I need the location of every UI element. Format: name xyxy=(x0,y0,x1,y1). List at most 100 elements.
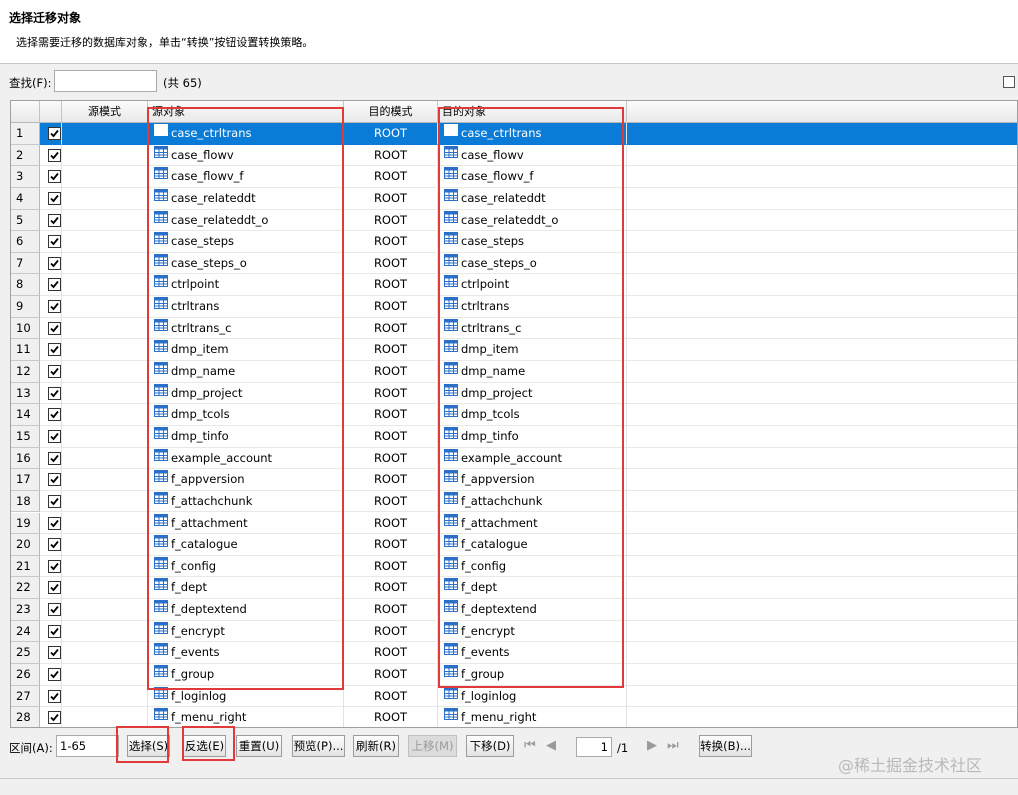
table-icon xyxy=(154,513,168,533)
table-row[interactable]: 2 case_flowv ROOT case_flowv xyxy=(11,144,1017,167)
row-check-cell xyxy=(40,642,62,664)
row-checkbox[interactable] xyxy=(48,429,61,443)
target-object-name: ctrltrans xyxy=(461,299,510,314)
table-row[interactable]: 24 f_encrypt ROOT f_encrypt xyxy=(11,620,1017,643)
target-object-name: dmp_name xyxy=(461,364,526,379)
row-checkbox[interactable] xyxy=(48,386,61,400)
next-page-icon[interactable]: ▶ xyxy=(647,739,657,753)
table-row[interactable]: 21 f_config ROOT f_config xyxy=(11,555,1017,578)
table-row[interactable]: 17 f_appversion ROOT f_appversion xyxy=(11,469,1017,491)
table-icon xyxy=(444,642,458,662)
table-row[interactable]: 22 f_dept ROOT f_dept xyxy=(11,577,1017,600)
table-row[interactable]: 12 dmp_name ROOT dmp_name xyxy=(11,361,1017,383)
row-checkbox[interactable] xyxy=(48,624,61,638)
row-checkbox[interactable] xyxy=(48,300,61,314)
table-row[interactable]: 3 case_flowv_f ROOT case_flowv_f xyxy=(11,166,1017,188)
table-row[interactable]: 10 ctrltrans_c ROOT ctrltrans_c xyxy=(11,317,1017,340)
table-row[interactable]: 28 f_menu_right ROOT f_menu_right xyxy=(11,707,1017,727)
row-number: 16 xyxy=(11,447,40,470)
row-checkbox[interactable] xyxy=(48,581,61,595)
table-row[interactable]: 25 f_events ROOT f_events xyxy=(11,642,1017,664)
table-row[interactable]: 27 f_loginlog ROOT f_loginlog xyxy=(11,685,1017,708)
row-checkbox[interactable] xyxy=(48,516,61,530)
source-object-cell: f_catalogue xyxy=(148,534,344,556)
table-icon xyxy=(154,599,168,619)
table-row[interactable]: 7 case_steps_o ROOT case_steps_o xyxy=(11,252,1017,275)
source-schema-cell xyxy=(62,685,148,708)
row-checkbox[interactable] xyxy=(48,473,61,487)
header-target-schema[interactable]: 目的模式 xyxy=(344,101,438,123)
row-checkbox[interactable] xyxy=(48,538,61,552)
table-row[interactable]: 16 example_account ROOT example_account xyxy=(11,447,1017,470)
row-checkbox[interactable] xyxy=(48,494,61,508)
source-schema-cell xyxy=(62,555,148,578)
table-row[interactable]: 26 f_group ROOT f_group xyxy=(11,664,1017,686)
row-checkbox[interactable] xyxy=(48,278,61,292)
search-input[interactable] xyxy=(54,70,157,92)
refresh-button[interactable]: 刷新(R) xyxy=(353,735,399,757)
row-checkbox[interactable] xyxy=(48,127,61,140)
prev-page-icon[interactable]: ◀ xyxy=(546,739,556,753)
table-row[interactable]: 23 f_deptextend ROOT f_deptextend xyxy=(11,599,1017,621)
table-row[interactable]: 5 case_relateddt_o ROOT case_relateddt_o xyxy=(11,209,1017,232)
row-checkbox[interactable] xyxy=(48,191,61,205)
row-checkbox[interactable] xyxy=(48,148,61,162)
option-checkbox[interactable] xyxy=(1003,76,1015,88)
move-down-button[interactable]: 下移(D) xyxy=(466,735,514,757)
move-up-button[interactable]: 上移(M) xyxy=(408,735,457,757)
table-icon xyxy=(444,426,458,446)
source-object-name: dmp_project xyxy=(171,385,243,400)
first-page-icon[interactable]: ⏮ xyxy=(524,739,536,753)
header-source-object[interactable]: 源对象 xyxy=(148,101,344,123)
checkmark-icon xyxy=(50,584,59,592)
table-row[interactable]: 18 f_attachchunk ROOT f_attachchunk xyxy=(11,490,1017,513)
row-checkbox[interactable] xyxy=(48,646,61,660)
source-object-cell: f_attachchunk xyxy=(148,490,344,513)
row-checkbox[interactable] xyxy=(48,689,61,703)
header-source-schema[interactable]: 源模式 xyxy=(62,101,148,123)
row-checkbox[interactable] xyxy=(48,256,61,270)
page-number-input[interactable] xyxy=(576,737,612,757)
table-row[interactable]: 11 dmp_item ROOT dmp_item xyxy=(11,339,1017,361)
row-checkbox[interactable] xyxy=(48,235,61,249)
source-schema-cell xyxy=(62,404,148,426)
source-object-name: dmp_item xyxy=(171,342,229,357)
table-row[interactable]: 14 dmp_tcols ROOT dmp_tcols xyxy=(11,404,1017,426)
checkmark-icon xyxy=(50,411,59,419)
row-checkbox[interactable] xyxy=(48,603,61,617)
row-checkbox[interactable] xyxy=(48,559,61,573)
table-row[interactable]: 13 dmp_project ROOT dmp_project xyxy=(11,382,1017,405)
target-schema-cell: ROOT xyxy=(344,231,438,253)
row-number: 22 xyxy=(11,577,40,600)
table-row[interactable]: 15 dmp_tinfo ROOT dmp_tinfo xyxy=(11,425,1017,448)
row-number: 5 xyxy=(11,209,40,232)
table-row[interactable]: 20 f_catalogue ROOT f_catalogue xyxy=(11,534,1017,556)
preview-button[interactable]: 预览(P)... xyxy=(292,735,345,757)
table-row[interactable]: 8 ctrlpoint ROOT ctrlpoint xyxy=(11,274,1017,297)
table-row[interactable]: 6 case_steps ROOT case_steps xyxy=(11,231,1017,253)
select-button[interactable]: 选择(S) xyxy=(127,735,170,757)
table-row[interactable]: 9 ctrltrans ROOT ctrltrans xyxy=(11,296,1017,318)
target-schema-cell: ROOT xyxy=(344,707,438,727)
row-checkbox[interactable] xyxy=(48,668,61,681)
reset-button[interactable]: 重置(U) xyxy=(236,735,282,757)
last-page-icon[interactable]: ⏭ xyxy=(667,739,679,753)
row-checkbox[interactable] xyxy=(48,365,61,379)
range-input[interactable] xyxy=(56,735,119,757)
source-object-name: f_appversion xyxy=(171,472,245,487)
convert-button[interactable]: 转换(B)... xyxy=(699,735,752,757)
row-checkbox[interactable] xyxy=(48,343,61,357)
row-checkbox[interactable] xyxy=(48,170,61,184)
row-checkbox[interactable] xyxy=(48,451,61,465)
header-target-object[interactable]: 目的对象 xyxy=(438,101,627,123)
row-number: 27 xyxy=(11,685,40,708)
table-row[interactable]: 4 case_relateddt ROOT case_relateddt xyxy=(11,187,1017,210)
target-schema-cell: ROOT xyxy=(344,209,438,232)
invert-selection-button[interactable]: 反选(E) xyxy=(183,735,226,757)
row-checkbox[interactable] xyxy=(48,213,61,227)
table-row[interactable]: 19 f_attachment ROOT f_attachment xyxy=(11,512,1017,535)
row-checkbox[interactable] xyxy=(48,711,61,725)
row-checkbox[interactable] xyxy=(48,408,61,422)
row-checkbox[interactable] xyxy=(48,321,61,335)
table-row[interactable]: 1 case_ctrltrans ROOT case_ctrltrans xyxy=(11,123,1017,145)
